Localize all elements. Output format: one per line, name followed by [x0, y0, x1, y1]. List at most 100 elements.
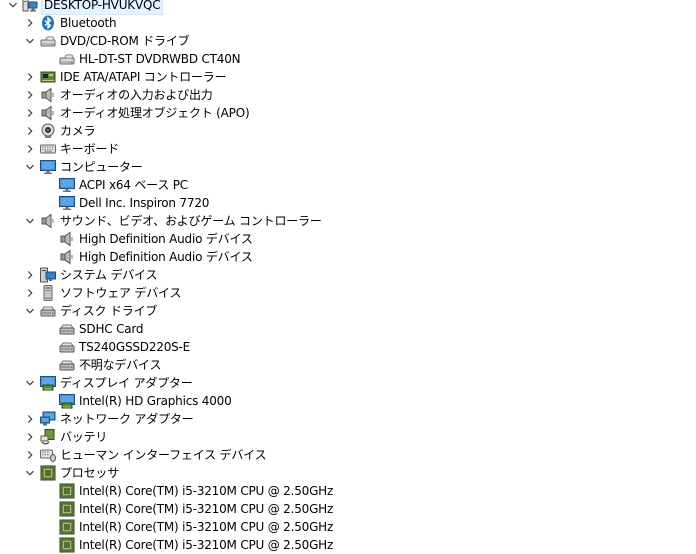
- tree-item-label: コンピューター: [60, 160, 143, 174]
- tree-item-label: Intel(R) Core(TM) i5-3210M CPU @ 2.50GHz: [79, 484, 334, 498]
- tree-device-row[interactable]: High Definition Audio デバイス: [0, 248, 696, 266]
- tree-device-row[interactable]: SDHC Card: [0, 320, 696, 338]
- monitor-icon: [40, 159, 56, 175]
- tree-device-row[interactable]: Intel(R) Core(TM) i5-3210M CPU @ 2.50GHz: [0, 518, 696, 536]
- tree-device-row[interactable]: High Definition Audio デバイス: [0, 230, 696, 248]
- chevron-right-icon[interactable]: [23, 266, 37, 284]
- tree-item-label: プロセッサ: [60, 466, 120, 480]
- tree-item-label: Intel(R) Core(TM) i5-3210M CPU @ 2.50GHz: [79, 520, 334, 534]
- tree-device-row[interactable]: ACPI x64 ベース PC: [0, 176, 696, 194]
- disk-drive-icon: [59, 339, 75, 355]
- speaker-icon: [40, 213, 56, 229]
- processor-icon: [59, 519, 75, 535]
- tree-category-row[interactable]: カメラ: [0, 122, 696, 140]
- tree-root-label: DESKTOP-HVUKVQC: [40, 0, 164, 15]
- tree-category-row[interactable]: コンピューター: [0, 158, 696, 176]
- tree-device-row[interactable]: 不明なデバイス: [0, 356, 696, 374]
- tree-category-row[interactable]: バッテリ: [0, 428, 696, 446]
- device-tree[interactable]: DESKTOP-HVUKVQC Bluetooth DVD/CD-ROM ドライブ H…: [0, 0, 696, 554]
- tree-category-row[interactable]: オーディオ処理オブジェクト (APO): [0, 104, 696, 122]
- optical-drive-icon: [59, 51, 75, 67]
- processor-icon: [59, 537, 75, 553]
- chevron-right-icon[interactable]: [23, 446, 37, 464]
- tree-category-row[interactable]: ネットワーク アダプター: [0, 410, 696, 428]
- chevron-right-icon[interactable]: [23, 122, 37, 140]
- chevron-right-icon[interactable]: [23, 410, 37, 428]
- tree-item-label: ディスプレイ アダプター: [60, 376, 193, 390]
- disk-drive-icon: [59, 321, 75, 337]
- ide-controller-icon: [40, 69, 56, 85]
- processor-icon: [59, 501, 75, 517]
- camera-icon: [40, 123, 56, 139]
- chevron-down-icon[interactable]: [23, 212, 37, 230]
- disk-drive-icon: [40, 303, 56, 319]
- tree-category-row[interactable]: DVD/CD-ROM ドライブ: [0, 32, 696, 50]
- tree-item-label: バッテリ: [60, 430, 108, 444]
- tree-item-label: ディスク ドライブ: [60, 304, 158, 318]
- monitor-icon: [59, 177, 75, 193]
- display-adapter-icon: [40, 375, 56, 391]
- chevron-right-icon[interactable]: [23, 68, 37, 86]
- processor-icon: [40, 465, 56, 481]
- chevron-right-icon[interactable]: [23, 104, 37, 122]
- tree-category-row[interactable]: IDE ATA/ATAPI コントローラー: [0, 68, 696, 86]
- tree-device-row[interactable]: Intel(R) Core(TM) i5-3210M CPU @ 2.50GHz: [0, 482, 696, 500]
- tree-item-label: ソフトウェア デバイス: [60, 286, 182, 300]
- tree-item-label: IDE ATA/ATAPI コントローラー: [60, 70, 227, 84]
- battery-icon: [40, 429, 56, 445]
- display-adapter-icon: [59, 393, 75, 409]
- speaker-icon: [40, 87, 56, 103]
- tree-category-row[interactable]: オーディオの入力および出力: [0, 86, 696, 104]
- tree-category-row[interactable]: サウンド、ビデオ、およびゲーム コントローラー: [0, 212, 696, 230]
- chevron-down-icon[interactable]: [6, 0, 20, 14]
- computer-root-icon: [22, 0, 38, 13]
- tree-category-row[interactable]: ソフトウェア デバイス: [0, 284, 696, 302]
- tree-device-row[interactable]: Dell Inc. Inspiron 7720: [0, 194, 696, 212]
- bluetooth-icon: [40, 15, 56, 31]
- chevron-down-icon[interactable]: [23, 158, 37, 176]
- tree-item-label: ACPI x64 ベース PC: [79, 178, 188, 192]
- chevron-down-icon[interactable]: [23, 32, 37, 50]
- speaker-icon: [59, 231, 75, 247]
- tree-category-row[interactable]: ディスプレイ アダプター: [0, 374, 696, 392]
- tree-root[interactable]: DESKTOP-HVUKVQC: [0, 0, 696, 15]
- chevron-down-icon[interactable]: [23, 464, 37, 482]
- tree-device-row[interactable]: HL-DT-ST DVDRWBD CT40N: [0, 50, 696, 68]
- processor-icon: [59, 483, 75, 499]
- chevron-right-icon[interactable]: [23, 86, 37, 104]
- system-device-icon: [40, 267, 56, 283]
- chevron-down-icon[interactable]: [23, 302, 37, 320]
- tree-item-label: キーボード: [60, 142, 120, 156]
- tree-device-row[interactable]: TS240GSSD220S-E: [0, 338, 696, 356]
- chevron-down-icon[interactable]: [23, 374, 37, 392]
- tree-device-row[interactable]: Intel(R) Core(TM) i5-3210M CPU @ 2.50GHz: [0, 536, 696, 554]
- optical-drive-icon: [40, 33, 56, 49]
- monitor-icon: [59, 195, 75, 211]
- chevron-right-icon[interactable]: [23, 14, 37, 32]
- tree-item-label: TS240GSSD220S-E: [79, 340, 191, 354]
- tree-category-row[interactable]: ヒューマン インターフェイス デバイス: [0, 446, 696, 464]
- tree-category-row[interactable]: システム デバイス: [0, 266, 696, 284]
- network-adapter-icon: [40, 411, 56, 427]
- chevron-right-icon[interactable]: [23, 284, 37, 302]
- tree-category-row[interactable]: プロセッサ: [0, 464, 696, 482]
- speaker-icon: [40, 105, 56, 121]
- speaker-icon: [59, 249, 75, 265]
- keyboard-icon: [40, 141, 56, 157]
- hid-icon: [40, 447, 56, 463]
- tree-device-row[interactable]: Intel(R) HD Graphics 4000: [0, 392, 696, 410]
- tree-item-label: Dell Inc. Inspiron 7720: [79, 196, 210, 210]
- tree-category-row[interactable]: ディスク ドライブ: [0, 302, 696, 320]
- tree-item-label: High Definition Audio デバイス: [79, 232, 253, 246]
- chevron-right-icon[interactable]: [23, 140, 37, 158]
- tree-item-label: ヒューマン インターフェイス デバイス: [60, 448, 267, 462]
- tree-device-row[interactable]: Intel(R) Core(TM) i5-3210M CPU @ 2.50GHz: [0, 500, 696, 518]
- tree-item-label: High Definition Audio デバイス: [79, 250, 253, 264]
- tree-item-label: Bluetooth: [60, 16, 117, 30]
- tree-item-label: SDHC Card: [79, 322, 144, 336]
- tree-item-label: サウンド、ビデオ、およびゲーム コントローラー: [60, 214, 322, 228]
- chevron-right-icon[interactable]: [23, 428, 37, 446]
- tree-category-row[interactable]: キーボード: [0, 140, 696, 158]
- tree-category-row[interactable]: Bluetooth: [0, 14, 696, 32]
- software-device-icon: [40, 285, 56, 301]
